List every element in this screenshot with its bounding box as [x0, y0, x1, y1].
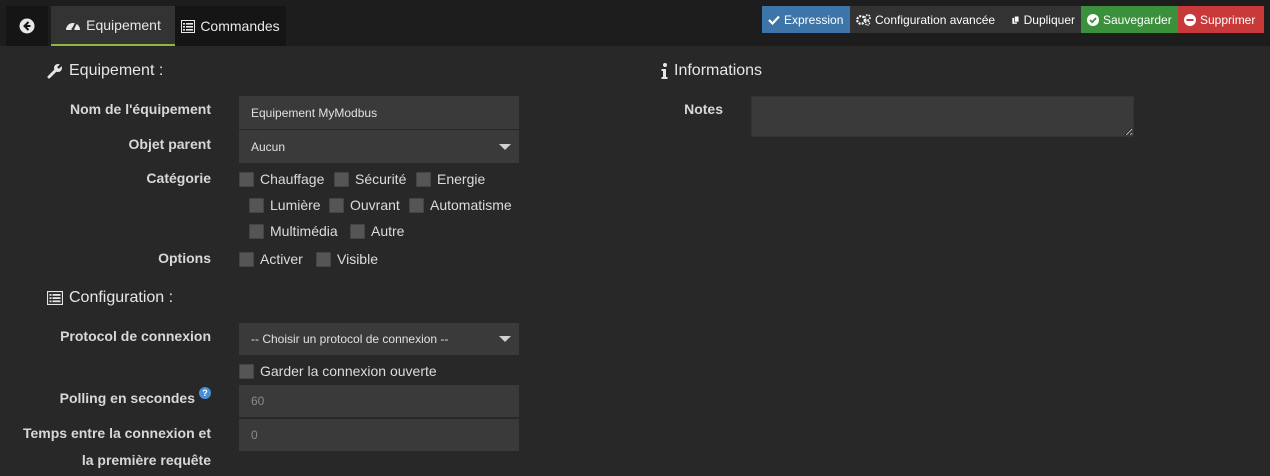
options-label: Options [158, 250, 211, 266]
checkbox-box [239, 251, 254, 267]
caret-down-icon [499, 143, 511, 150]
wrench-icon [47, 63, 63, 79]
option-activer-label: Activer [260, 251, 303, 267]
category-checkbox-lumiere[interactable]: Lumière [249, 197, 321, 213]
advanced-config-label: Configuration avancée [875, 12, 996, 27]
save-button[interactable]: Sauvegarder [1081, 6, 1178, 33]
keep-connection-open-label: Garder la connexion ouverte [260, 363, 437, 379]
expression-button[interactable]: Expression [762, 6, 850, 33]
category-energie-label: Energie [437, 171, 486, 187]
minus-circle-icon [1184, 13, 1196, 26]
polling-input[interactable]: 60 [239, 385, 519, 417]
option-checkbox-visible[interactable]: Visible [316, 251, 378, 267]
notes-textarea[interactable] [751, 96, 1134, 137]
tab-commands[interactable]: Commandes [175, 6, 286, 46]
parent-object-select[interactable]: Aucun [239, 130, 519, 163]
back-button[interactable] [6, 6, 48, 46]
checkbox-box [316, 251, 331, 267]
list-alt-icon [181, 19, 196, 33]
arrow-circle-left-icon [19, 18, 35, 34]
list-alt-icon [47, 291, 63, 305]
category-checkbox-autre[interactable]: Autre [350, 223, 404, 239]
equipment-title-text: Equipement : [69, 62, 164, 79]
equipment-name-input[interactable]: Equipement MyModbus [239, 96, 519, 129]
category-checkbox-energie[interactable]: Energie [416, 171, 485, 187]
keep-connection-open-checkbox[interactable]: Garder la connexion ouverte [239, 363, 437, 379]
tab-commands-label: Commandes [200, 18, 280, 34]
protocol-label: Protocol de connexion [60, 328, 211, 344]
checkbox-box [239, 171, 254, 187]
category-ouvrant-label: Ouvrant [350, 197, 400, 213]
checkbox-box [249, 223, 264, 239]
category-lumiere-label: Lumière [270, 197, 321, 213]
top-bar: Equipement Commandes Expression Configur… [0, 0, 1270, 46]
caret-down-icon [499, 336, 511, 342]
equipment-section-title: Equipement : [47, 62, 163, 80]
category-autre-label: Autre [371, 223, 405, 239]
cogs-icon [856, 13, 871, 26]
advanced-config-button[interactable]: Configuration avancée [850, 6, 1006, 33]
configuration-section-title: Configuration : [47, 289, 173, 307]
check-icon [768, 15, 780, 25]
option-visible-label: Visible [337, 251, 378, 267]
parent-object-label: Objet parent [128, 136, 211, 152]
tab-equipment-label: Equipement [86, 17, 161, 33]
action-buttons: Expression Configuration avancée Dupliqu… [762, 6, 1264, 33]
category-automatisme-label: Automatisme [430, 197, 512, 213]
informations-section-title: Informations [661, 62, 762, 80]
tachometer-icon [66, 22, 81, 31]
informations-title-text: Informations [674, 62, 763, 79]
checkbox-box [249, 197, 264, 213]
save-label: Sauvegarder [1103, 12, 1172, 27]
duplicate-label: Dupliquer [1023, 12, 1075, 27]
delay-input[interactable]: 0 [239, 419, 519, 451]
delay-label-line2: la première requête [81, 452, 211, 468]
equipment-name-label: Nom de l'équipement [69, 101, 211, 117]
category-checkbox-automatisme[interactable]: Automatisme [409, 197, 512, 213]
tab-equipment[interactable]: Equipement [51, 6, 175, 46]
checkbox-box [239, 363, 254, 379]
category-checkbox-multimedia[interactable]: Multimédia [249, 223, 338, 239]
delete-button[interactable]: Supprimer [1178, 6, 1264, 33]
checkbox-box [409, 197, 424, 213]
notes-label: Notes [684, 101, 723, 117]
option-checkbox-activer[interactable]: Activer [239, 251, 303, 267]
checkbox-box [416, 171, 431, 187]
checkbox-box [350, 223, 365, 239]
category-checkbox-ouvrant[interactable]: Ouvrant [329, 197, 400, 213]
category-checkbox-chauffage[interactable]: Chauffage [239, 171, 324, 187]
checkbox-box [329, 197, 344, 213]
configuration-title-text: Configuration : [69, 289, 174, 306]
category-multimedia-label: Multimédia [270, 223, 338, 239]
question-circle-icon[interactable]: ? [199, 387, 211, 399]
delete-label: Supprimer [1200, 12, 1256, 27]
parent-object-value: Aucun [251, 139, 286, 154]
category-securite-label: Sécurité [355, 171, 407, 187]
delay-label-line1: Temps entre la connexion et [22, 425, 211, 441]
checkbox-box [334, 171, 349, 187]
category-label: Catégorie [146, 170, 211, 186]
info-icon [661, 63, 668, 79]
category-chauffage-label: Chauffage [260, 171, 325, 187]
copy-icon [1012, 15, 1020, 24]
protocol-value: -- Choisir un protocol de connexion -- [251, 332, 449, 346]
check-circle-icon [1087, 13, 1099, 26]
polling-label: Polling en secondes [59, 390, 195, 406]
expression-label: Expression [784, 12, 844, 27]
protocol-select[interactable]: -- Choisir un protocol de connexion -- [239, 323, 519, 355]
duplicate-button[interactable]: Dupliquer [1006, 6, 1081, 33]
category-checkbox-securite[interactable]: Sécurité [334, 171, 406, 187]
